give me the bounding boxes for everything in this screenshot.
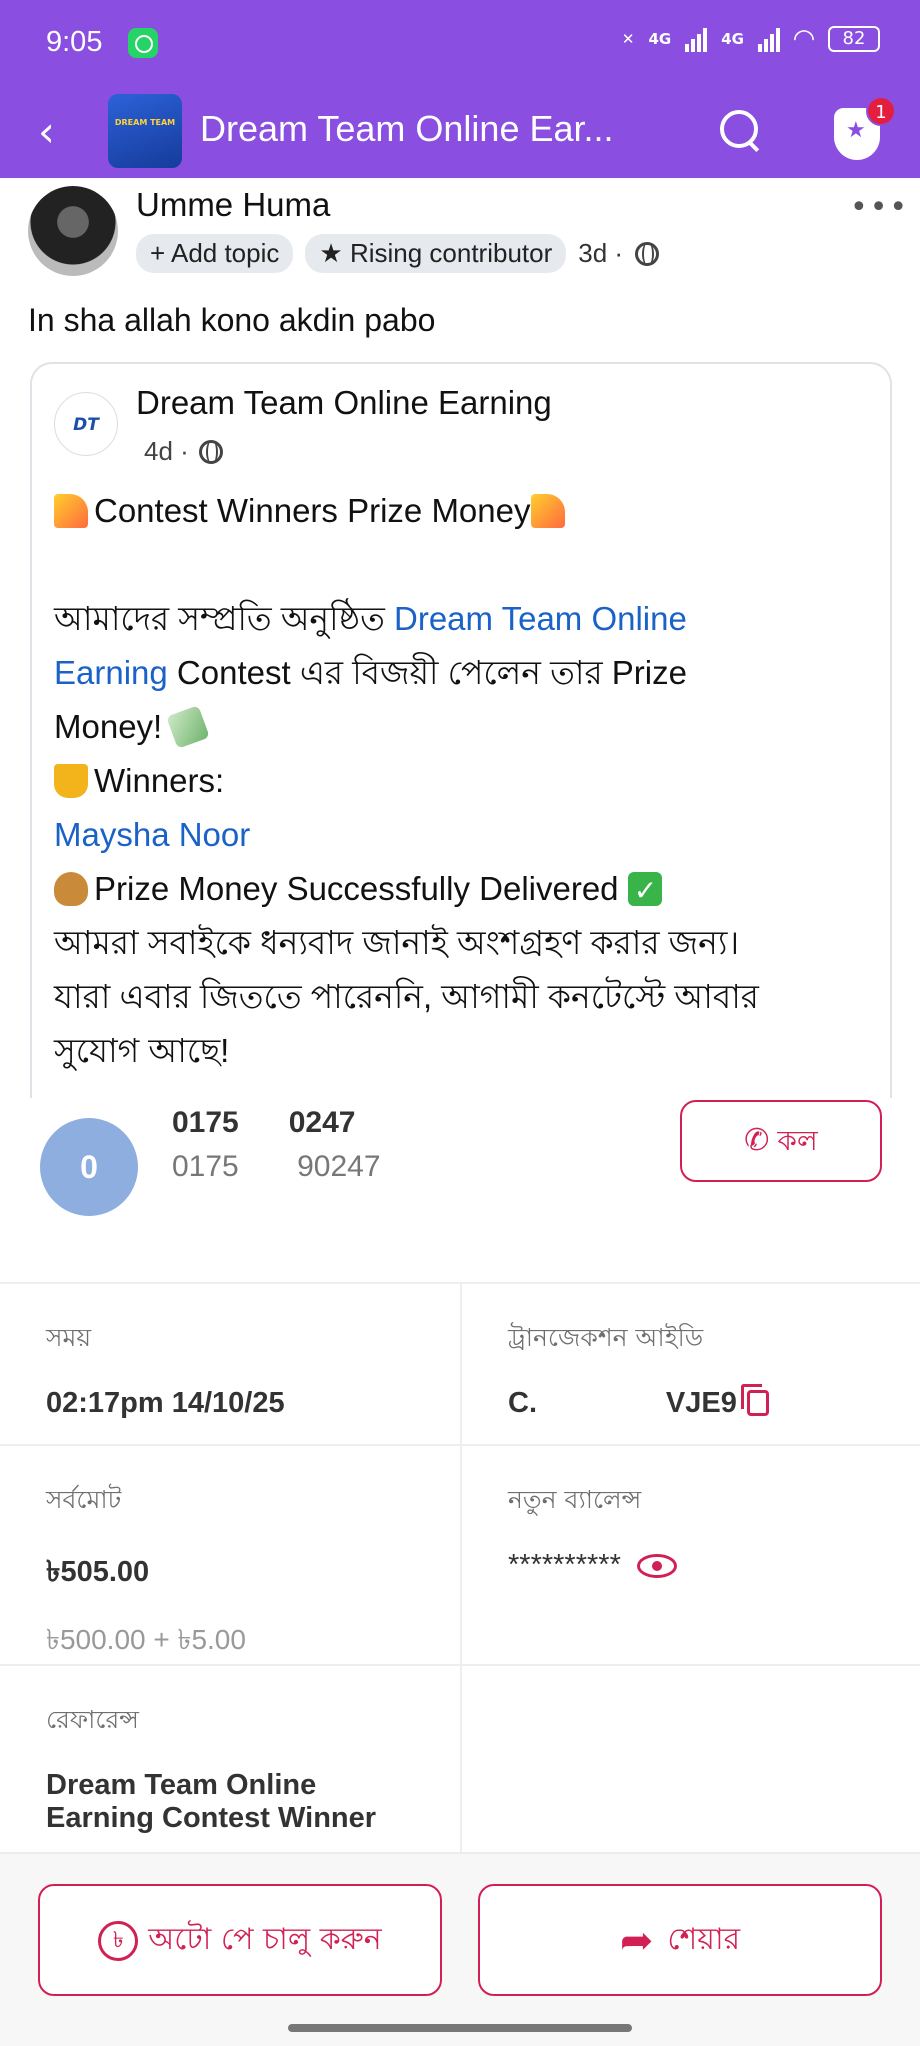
globe-icon bbox=[635, 241, 660, 266]
autopay-button[interactable]: ৳ অটো পে চালু করুন bbox=[38, 1884, 442, 1996]
reference-label: রেফারেন্স bbox=[46, 1705, 139, 1734]
body-text: Contest এর বিজয়ী পেলেন তার Prize bbox=[167, 654, 687, 691]
status-time: 9:05 bbox=[46, 26, 103, 58]
body-text: Money! bbox=[54, 708, 172, 745]
star-icon: ★ bbox=[319, 238, 350, 268]
body-line: আমরা সবাইকে ধন্যবাদ জানাই অংশগ্রহণ করার … bbox=[54, 924, 740, 961]
time-label: সময় bbox=[46, 1323, 92, 1352]
body-line: Earning Contest এর বিজয়ী পেলেন তার Priz… bbox=[54, 646, 874, 700]
back-icon[interactable]: ‹ bbox=[38, 110, 78, 154]
search-icon[interactable] bbox=[718, 108, 762, 152]
network-type-1: 4G bbox=[648, 30, 672, 48]
transaction-id-value: C. VJE9 bbox=[508, 1387, 737, 1419]
divider bbox=[0, 1852, 920, 1854]
author-name[interactable]: Umme Huma bbox=[136, 186, 330, 224]
share-label: শেয়ার bbox=[667, 1922, 741, 1957]
signal-icon bbox=[685, 26, 708, 52]
eye-icon[interactable] bbox=[636, 1554, 677, 1578]
money-with-wings-icon bbox=[166, 705, 211, 749]
autopay-label: অটো পে চালু করুন bbox=[148, 1922, 382, 1957]
page-mention-link[interactable]: Dream Team Online bbox=[394, 600, 687, 637]
shared-post-time[interactable]: 4d · bbox=[144, 436, 189, 467]
check-mark-icon bbox=[627, 864, 662, 918]
page-mention-link[interactable]: Earning bbox=[54, 654, 168, 691]
wifi-icon: ◠ bbox=[794, 24, 814, 54]
post-text: In sha allah kono akdin pabo bbox=[28, 302, 436, 338]
winners-label: Winners: bbox=[94, 762, 225, 799]
recipient-number-secondary: 0175 90247 bbox=[172, 1150, 381, 1183]
body-line: Winners: bbox=[54, 754, 874, 808]
body-text: আমাদের সম্প্রতি অনুষ্ঠিত bbox=[54, 600, 394, 637]
body-line: আমাদের সম্প্রতি অনুষ্ঠিত Dream Team Onli… bbox=[54, 592, 874, 646]
total-breakdown: ৳500.00 + ৳5.00 bbox=[46, 1624, 246, 1655]
copy-icon[interactable] bbox=[740, 1384, 769, 1416]
total-label: সর্বমোট bbox=[46, 1485, 122, 1514]
total-value: ৳505.00 bbox=[46, 1556, 150, 1588]
post-time[interactable]: 3d · bbox=[578, 238, 623, 269]
time-cell: সময় 02:17pm 14/10/25 bbox=[0, 1318, 460, 1420]
status-indicators: ✕ 4G 4G ◠ 82 bbox=[622, 24, 880, 54]
battery-icon: 82 bbox=[828, 26, 880, 52]
winner-name-link[interactable]: Maysha Noor bbox=[54, 808, 874, 862]
taka-icon: ৳ bbox=[98, 1920, 139, 1961]
call-label: কল bbox=[777, 1124, 818, 1157]
share-button[interactable]: ➦ শেয়ার bbox=[478, 1884, 882, 1996]
transaction-id-label: ট্রানজেকশন আইডি bbox=[508, 1323, 704, 1352]
page-logo[interactable]: DT bbox=[54, 392, 118, 456]
network-type-2: 4G bbox=[721, 30, 744, 48]
body-line: Prize Money Successfully Delivered bbox=[54, 862, 874, 918]
call-button[interactable]: ✆ কল bbox=[680, 1100, 882, 1182]
mute-icon: ✕ bbox=[621, 30, 635, 48]
signal-icon-2 bbox=[758, 26, 780, 52]
transaction-id: C. VJE9 bbox=[508, 1384, 920, 1420]
new-balance-label: নতুন ব্যালেন্স bbox=[508, 1485, 642, 1514]
shared-post-card[interactable]: DT Dream Team Online Earning 4d · Contes… bbox=[30, 362, 892, 1102]
globe-icon bbox=[198, 439, 223, 464]
body-line: Contest Winners Prize Money bbox=[54, 484, 874, 538]
share-arrow-icon: ➦ bbox=[619, 1917, 654, 1964]
add-topic-chip[interactable]: + Add topic bbox=[136, 234, 294, 273]
time-value: 02:17pm 14/10/25 bbox=[46, 1387, 285, 1419]
group-title[interactable]: Dream Team Online Ear... bbox=[200, 108, 614, 150]
rising-contributor-badge[interactable]: ★ Rising contributor bbox=[305, 234, 567, 273]
shared-post-body: Contest Winners Prize Money আমাদের সম্প্… bbox=[54, 484, 874, 1078]
post-meta: + Add topic ★ Rising contributor 3d · bbox=[136, 234, 660, 273]
contest-title: Contest Winners Prize Money bbox=[94, 492, 531, 529]
badge-label: Rising contributor bbox=[349, 238, 553, 268]
author-avatar[interactable] bbox=[28, 186, 118, 276]
new-balance-cell: নতুন ব্যালেন্স ********** bbox=[460, 1480, 920, 1582]
more-options-icon[interactable]: ••• bbox=[850, 190, 909, 225]
new-balance: ********** bbox=[508, 1549, 920, 1582]
transaction-id-cell: ট্রানজেকশন আইডি C. VJE9 bbox=[460, 1318, 920, 1420]
trophy-icon bbox=[54, 764, 88, 798]
body-line: সুযোগ আছে! bbox=[54, 1032, 230, 1069]
party-popper-icon bbox=[54, 494, 88, 528]
whatsapp-notification-icon bbox=[128, 28, 158, 58]
app-bar: ‹ DREAM TEAM Dream Team Online Ear... 1 bbox=[0, 86, 920, 178]
recipient-avatar: 0 bbox=[40, 1118, 138, 1216]
group-logo[interactable]: DREAM TEAM bbox=[108, 94, 182, 168]
shared-page-name[interactable]: Dream Team Online Earning bbox=[136, 384, 552, 422]
notification-badge: 1 bbox=[866, 96, 896, 126]
body-line: যারা এবার জিততে পারেননি, আগামী কনটেস্টে … bbox=[54, 978, 759, 1015]
body-line: Money! bbox=[54, 700, 874, 754]
reference-value: Dream Team Online Earning Contest Winner bbox=[46, 1769, 377, 1834]
home-indicator[interactable] bbox=[288, 2024, 632, 2032]
new-balance-value: ********** bbox=[508, 1549, 621, 1581]
recipient-number: 0175 0247 bbox=[172, 1106, 356, 1139]
phone-icon: ✆ bbox=[744, 1123, 770, 1158]
status-bar: 9:05 ✕ 4G 4G ◠ 82 bbox=[0, 0, 920, 86]
shared-post-meta: 4d · bbox=[144, 436, 223, 467]
money-bag-icon bbox=[54, 872, 88, 906]
party-popper-icon bbox=[530, 494, 565, 528]
total-cell: সর্বমোট ৳505.00 ৳500.00 + ৳5.00 bbox=[0, 1480, 460, 1665]
body-text: Prize Money Successfully Delivered bbox=[94, 870, 628, 907]
reference-cell: রেফারেন্স Dream Team Online Earning Cont… bbox=[0, 1700, 460, 1835]
divider bbox=[0, 1444, 920, 1446]
